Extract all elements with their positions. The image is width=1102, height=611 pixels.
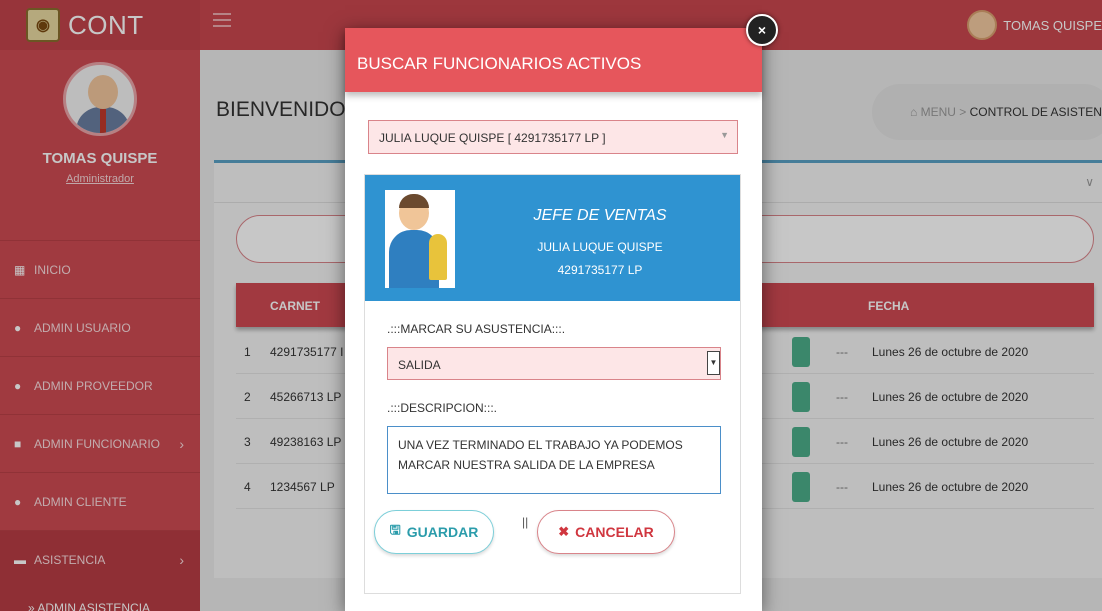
caret-down-icon: ▼ xyxy=(720,130,729,140)
description-textarea[interactable]: UNA VEZ TERMINADO EL TRABAJO YA PODEMOS … xyxy=(387,426,721,494)
employee-modal: BUSCAR FUNCIONARIOS ACTIVOS JULIA LUQUE … xyxy=(345,28,762,611)
employee-id: 4291735177 LP xyxy=(557,263,643,277)
employee-name: JULIA LUQUE QUISPE xyxy=(537,240,663,254)
save-icon: 🖫 xyxy=(389,522,401,537)
attendance-type-value: SALIDA xyxy=(398,358,441,372)
attendance-type-label: .:::MARCAR SU ASUSTENCIA:::. xyxy=(387,322,566,336)
employee-photo xyxy=(385,190,455,288)
close-button[interactable]: × xyxy=(746,14,778,46)
employee-select[interactable]: JULIA LUQUE QUISPE [ 4291735177 LP ] ▼ xyxy=(368,120,738,154)
employee-banner: JEFE DE VENTAS JULIA LUQUE QUISPE 429173… xyxy=(365,175,740,301)
dropdown-arrow-icon[interactable]: ▼ xyxy=(707,351,720,375)
employee-position: JEFE DE VENTAS xyxy=(533,207,667,224)
close-icon: ✖ xyxy=(558,524,570,539)
cancel-button[interactable]: ✖ CANCELAR xyxy=(537,510,675,554)
attendance-type-select[interactable]: SALIDA ▼ xyxy=(387,347,721,380)
button-separator: || xyxy=(522,515,529,529)
employee-card: JEFE DE VENTAS JULIA LUQUE QUISPE 429173… xyxy=(364,174,741,594)
employee-select-value: JULIA LUQUE QUISPE [ 4291735177 LP ] xyxy=(379,131,606,145)
description-label: .:::DESCRIPCION:::. xyxy=(387,401,498,415)
modal-title: BUSCAR FUNCIONARIOS ACTIVOS xyxy=(345,28,762,92)
save-button[interactable]: 🖫 GUARDAR xyxy=(374,510,494,554)
